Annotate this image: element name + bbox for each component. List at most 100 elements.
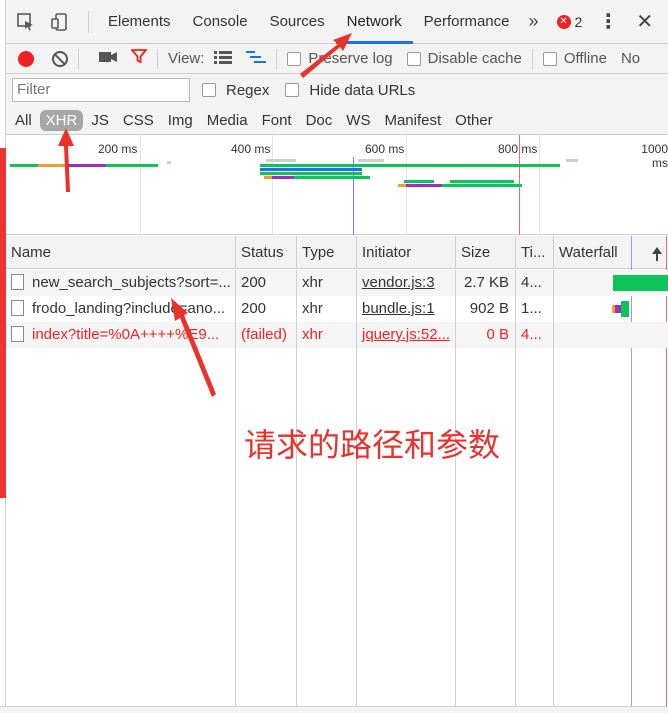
- type-font[interactable]: Font: [256, 110, 298, 131]
- type-other[interactable]: Other: [449, 110, 499, 131]
- waterfall-bar: [621, 301, 629, 317]
- annotation-caption: 请求的路径和参数: [244, 426, 501, 464]
- filter-bar: Filter Regex Hide data URLs: [6, 74, 668, 106]
- tab-network[interactable]: Network: [335, 0, 413, 44]
- more-tabs-button[interactable]: »: [521, 11, 547, 32]
- toolbar-separator: [157, 48, 158, 69]
- table-row[interactable]: new_search_subjects?sort=... 200 xhr ven…: [6, 270, 668, 296]
- overview-request-bar: [358, 159, 384, 162]
- network-toolbar: View: Preserve log Disable cache Offline…: [6, 44, 668, 74]
- status-cell: 200: [236, 296, 297, 322]
- tab-console[interactable]: Console: [182, 0, 259, 44]
- request-name-cell[interactable]: new_search_subjects?sort=...: [6, 270, 236, 296]
- request-name-cell[interactable]: index?title=%0A++++%E9...: [6, 322, 236, 348]
- error-icon: ✕: [556, 14, 571, 29]
- overview-tick-label: 800 ms: [498, 142, 538, 156]
- inspect-element-icon[interactable]: [12, 8, 40, 36]
- resource-type-filter: All XHR JS CSS Img Media Font Doc WS Man…: [6, 106, 668, 135]
- hide-data-urls-label: Hide data URLs: [309, 81, 416, 99]
- overview-request-bar: [260, 172, 362, 175]
- regex-option[interactable]: Regex: [202, 82, 269, 99]
- hide-data-urls-option[interactable]: Hide data URLs: [285, 82, 415, 99]
- overview-request-bar: [260, 164, 560, 167]
- column-divider: [553, 348, 554, 713]
- clear-icon[interactable]: [52, 50, 68, 67]
- type-manifest[interactable]: Manifest: [378, 110, 447, 131]
- offline-label: Offline: [563, 50, 607, 67]
- column-divider: [455, 348, 456, 713]
- column-header-time[interactable]: Ti...: [516, 236, 554, 269]
- request-name: new_search_subjects?sort=...: [32, 274, 231, 291]
- request-name: frodo_landing?include=ano...: [32, 300, 226, 317]
- device-toolbar-icon[interactable]: [46, 8, 74, 36]
- regex-checkbox[interactable]: [202, 83, 216, 97]
- disable-cache-checkbox[interactable]: [406, 51, 421, 66]
- toolbar-separator: [78, 48, 79, 69]
- overview-request-bar: [260, 168, 362, 171]
- kebab-menu-icon[interactable]: ⋮: [598, 9, 618, 34]
- filter-input[interactable]: Filter: [12, 78, 190, 102]
- type-xhr[interactable]: XHR: [39, 109, 84, 131]
- filter-funnel-icon[interactable]: [130, 48, 148, 69]
- close-icon[interactable]: ✕: [636, 9, 653, 34]
- overview-request-bar: [450, 180, 514, 183]
- toolbar-separator: [531, 48, 533, 69]
- tab-performance[interactable]: Performance: [413, 0, 521, 44]
- error-count-badge[interactable]: ✕ 2: [556, 13, 583, 30]
- type-img[interactable]: Img: [162, 110, 199, 131]
- type-all[interactable]: All: [9, 110, 38, 131]
- large-rows-icon[interactable]: [214, 50, 233, 68]
- overview-request-bar: [68, 164, 106, 167]
- time-cell: 4...: [516, 270, 554, 296]
- initiator-link[interactable]: bundle.js:1: [357, 296, 456, 322]
- preserve-log-checkbox[interactable]: [287, 51, 302, 66]
- tab-sources[interactable]: Sources: [259, 0, 336, 44]
- column-header-size[interactable]: Size: [456, 236, 516, 269]
- offline-checkbox[interactable]: [542, 51, 557, 66]
- overview-gridline: [539, 135, 540, 235]
- file-icon: [11, 325, 24, 342]
- overview-request-bar: [442, 184, 522, 187]
- overview-waterfall-icon[interactable]: [246, 50, 267, 68]
- overview-tick-label: 1000 ms: [641, 142, 668, 170]
- record-button[interactable]: [18, 50, 34, 67]
- type-cell: xhr: [297, 322, 357, 348]
- overview-request-bar: [272, 176, 294, 179]
- overview-request-bar: [10, 164, 38, 167]
- column-header-initiator[interactable]: Initiator: [357, 236, 456, 269]
- type-css[interactable]: CSS: [117, 110, 160, 131]
- type-ws[interactable]: WS: [340, 110, 376, 131]
- column-header-waterfall[interactable]: Waterfall: [554, 236, 668, 269]
- request-name: index?title=%0A++++%E9...: [32, 326, 220, 343]
- type-js[interactable]: JS: [85, 110, 115, 131]
- type-media[interactable]: Media: [201, 110, 254, 131]
- request-name-cell[interactable]: frodo_landing?include=ano...: [6, 296, 236, 322]
- table-row[interactable]: frodo_landing?include=ano... 200 xhr bun…: [6, 296, 668, 322]
- status-cell: (failed): [236, 322, 297, 348]
- overview-request-bar: [106, 164, 158, 167]
- column-header-name[interactable]: Name: [6, 236, 236, 269]
- status-cell: 200: [236, 270, 297, 296]
- table-row[interactable]: index?title=%0A++++%E9... (failed) xhr j…: [6, 322, 668, 348]
- network-overview-timeline[interactable]: 200 ms 400 ms 600 ms 800 ms 1000 ms: [6, 135, 668, 235]
- initiator-link[interactable]: jquery.js:52...: [357, 322, 456, 348]
- tab-elements[interactable]: Elements: [97, 0, 182, 44]
- size-cell: 0 B: [456, 322, 516, 348]
- type-cell: xhr: [297, 296, 357, 322]
- throttling-select[interactable]: No: [621, 50, 640, 67]
- hide-data-urls-checkbox[interactable]: [285, 83, 300, 97]
- type-doc[interactable]: Doc: [300, 110, 339, 131]
- initiator-link[interactable]: vendor.js:3: [357, 270, 456, 296]
- disable-cache-label: Disable cache: [427, 50, 522, 67]
- size-cell: 902 B: [456, 296, 516, 322]
- file-icon: [11, 273, 24, 290]
- status-bar: [0, 706, 668, 713]
- error-count: 2: [574, 13, 583, 30]
- preserve-log-label: Preserve log: [308, 50, 393, 67]
- overview-request-bar: [264, 176, 272, 179]
- column-header-status[interactable]: Status: [236, 236, 297, 269]
- devtools-tabbar: Elements Console Sources Network Perform…: [6, 0, 668, 44]
- column-header-type[interactable]: Type: [297, 236, 357, 269]
- view-label: View:: [168, 50, 205, 67]
- capture-screenshots-icon[interactable]: [99, 50, 117, 68]
